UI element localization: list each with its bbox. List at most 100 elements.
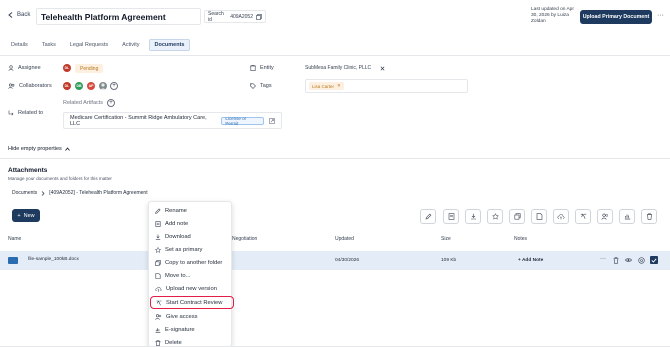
menu-item-copy-to-folder[interactable]: Copy to another folder — [155, 257, 231, 268]
upload-primary-document-button[interactable]: Upload Primary Document — [580, 10, 652, 24]
column-header-notes[interactable]: Notes — [514, 236, 527, 242]
add-note-link[interactable]: + Add Note — [518, 258, 543, 263]
breadcrumb-current: [409A2052] - Telehealth Platform Agreeme… — [49, 190, 148, 196]
tab-legal-requests[interactable]: Legal Requests — [65, 39, 113, 51]
signature-icon — [624, 213, 631, 220]
upload-version-toolbar-button[interactable] — [553, 209, 569, 224]
cloud-upload-icon — [557, 213, 565, 220]
signature-icon — [155, 327, 161, 333]
collaborator-avatar[interactable]: DL — [63, 82, 71, 90]
tab-activity[interactable]: Activity — [117, 39, 144, 51]
upload-icon — [155, 286, 162, 292]
download-toolbar-button[interactable] — [465, 209, 481, 224]
column-header-negotiation[interactable]: Negotiation — [232, 236, 257, 242]
copy-icon — [155, 259, 161, 266]
word-file-icon — [8, 257, 18, 264]
building-icon — [250, 65, 256, 71]
external-link-icon[interactable] — [269, 117, 275, 124]
file-context-menu: Rename Add note Download Set as primary … — [148, 201, 234, 347]
add-related-artifact-icon[interactable]: + — [107, 99, 116, 107]
tab-divider — [0, 55, 670, 56]
menu-item-label: Upload new version — [166, 285, 217, 292]
row-checkbox[interactable] — [650, 256, 658, 264]
search-id-value: 409A2052 — [230, 13, 253, 20]
menu-item-label: Set as primary — [165, 246, 203, 253]
hide-empty-properties-toggle[interactable]: Hide empty properties — [8, 146, 70, 152]
new-button[interactable]: + New — [12, 209, 40, 222]
column-header-size[interactable]: Size — [441, 236, 451, 242]
give-access-toolbar-button[interactable] — [597, 209, 613, 224]
person-icon — [8, 65, 14, 71]
people-icon — [601, 213, 609, 220]
remove-entity-icon[interactable] — [380, 66, 385, 71]
add-collaborator-icon[interactable]: + — [110, 82, 118, 90]
search-id-label: Search id — [208, 10, 224, 23]
tag-icon — [250, 83, 256, 89]
attachments-subtitle: Manage your documents and folders for th… — [8, 176, 112, 181]
e-signature-toolbar-button[interactable] — [619, 209, 635, 224]
assignee-avatar[interactable]: DL — [63, 64, 71, 72]
related-artifact-card[interactable]: Medicare Certification - Summit Ridge Am… — [63, 112, 282, 129]
tag-chip-label: Lisa Carter — [312, 83, 335, 89]
edit-toolbar-button[interactable] — [420, 209, 436, 224]
related-artifacts-row: Related Artifacts + — [63, 99, 116, 107]
row-more-icon[interactable]: ··· — [600, 256, 606, 262]
tags-input[interactable]: Lisa Carter ✕ — [305, 79, 468, 93]
download-icon — [470, 213, 477, 220]
menu-item-e-signature[interactable]: E-signature — [155, 324, 231, 335]
tag-chip: Lisa Carter ✕ — [309, 82, 344, 90]
column-header-updated[interactable]: Updated — [335, 236, 354, 242]
menu-item-label: Copy to another folder — [165, 259, 223, 266]
star-icon — [155, 246, 161, 253]
menu-item-start-contract-review[interactable]: Start Contract Review — [150, 296, 234, 309]
tab-documents[interactable]: Documents — [148, 39, 191, 51]
last-updated-text: Last updated on Apr 30, 2026 by Luiza Zo… — [531, 7, 574, 24]
file-updated: 04/30/2026 — [335, 258, 360, 263]
breadcrumb-root[interactable]: Documents — [12, 190, 37, 196]
row-delete-icon[interactable] — [613, 257, 619, 264]
collaborator-avatar[interactable]: AP — [87, 82, 95, 90]
menu-item-label: E-signature — [165, 326, 195, 333]
back-button[interactable]: Back — [8, 12, 30, 18]
delete-toolbar-button[interactable] — [641, 209, 657, 224]
collaborator-avatar[interactable]: DB — [75, 82, 83, 90]
copy-toolbar-button[interactable] — [509, 209, 525, 224]
menu-item-download[interactable]: Download — [155, 231, 231, 242]
star-toolbar-button[interactable] — [487, 209, 503, 224]
assignee-status-badge: Pending — [75, 64, 104, 73]
tags-label: Tags — [260, 83, 272, 89]
menu-item-add-note[interactable]: Add note — [155, 218, 231, 229]
add-note-toolbar-button[interactable] — [443, 209, 459, 224]
tab-bar: Details Tasks Legal Requests Activity Do… — [6, 39, 191, 51]
trash-icon — [646, 213, 653, 220]
row-preview-eye-icon[interactable] — [625, 257, 632, 263]
tab-tasks[interactable]: Tasks — [37, 39, 61, 51]
tab-details[interactable]: Details — [6, 39, 33, 51]
menu-item-label: Move to... — [165, 272, 191, 279]
review-icon — [580, 213, 587, 220]
chevron-right-icon — [41, 190, 45, 196]
contract-review-toolbar-button[interactable] — [575, 209, 591, 224]
menu-item-rename[interactable]: Rename — [155, 205, 231, 216]
column-header-name[interactable]: Name — [8, 236, 21, 242]
related-artifacts-label: Related Artifacts — [63, 100, 104, 106]
row-settings-icon[interactable] — [638, 257, 645, 264]
menu-item-give-access[interactable]: Give access — [155, 311, 231, 322]
matter-title-input[interactable]: Telehealth Platform Agreement — [36, 8, 201, 25]
collaborator-photo-avatar[interactable] — [99, 82, 107, 90]
remove-tag-icon[interactable]: ✕ — [337, 83, 341, 89]
move-toolbar-button[interactable] — [531, 209, 547, 224]
menu-item-label: Rename — [165, 207, 187, 214]
pencil-icon — [425, 213, 432, 220]
trash-icon — [155, 339, 161, 346]
assignee-label-row: Assignee — [8, 65, 41, 71]
more-options-icon[interactable]: ··· — [657, 12, 664, 19]
copy-icon[interactable] — [256, 13, 262, 20]
menu-item-label: Start Contract Review — [166, 299, 223, 306]
people-icon — [155, 313, 162, 320]
menu-item-set-as-primary[interactable]: Set as primary — [155, 244, 231, 255]
menu-item-move-to[interactable]: Move to... — [155, 270, 231, 281]
file-size: 109 Kb — [441, 258, 457, 263]
menu-item-upload-new-version[interactable]: Upload new version — [155, 283, 231, 294]
file-name[interactable]: file-sample_100kB.docx — [28, 257, 79, 262]
